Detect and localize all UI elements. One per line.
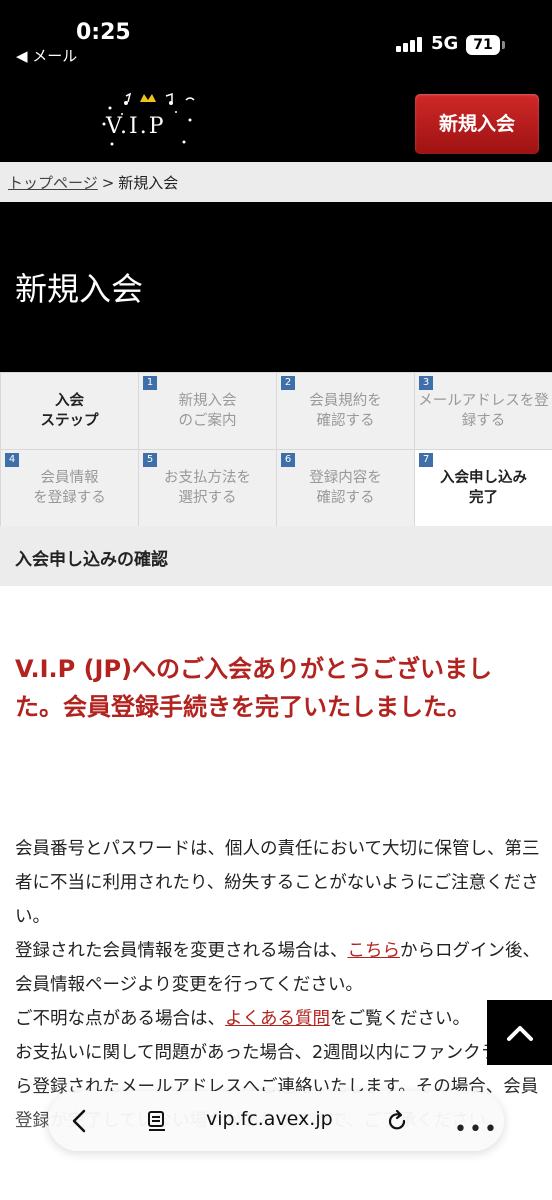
step-3: 3 メールアドレスを登 録する bbox=[415, 373, 552, 449]
step-label-line2: を登録する bbox=[33, 490, 106, 506]
breadcrumb-separator: > bbox=[101, 174, 115, 192]
step-number: 7 bbox=[419, 453, 433, 467]
step-number: 5 bbox=[143, 453, 157, 467]
status-bar: 0:25 ◀ メール 5G 71 bbox=[0, 0, 552, 80]
step-1: 1 新規入会のご案内 bbox=[139, 373, 276, 449]
step-label-line1: お支払方法を bbox=[164, 470, 251, 486]
step-7-current: 7 入会申し込み 完了 bbox=[415, 450, 552, 526]
step-label-line2: 確認する bbox=[316, 413, 375, 429]
step-4: 4 会員情報を登録する bbox=[1, 450, 138, 526]
step-label-line2: 完了 bbox=[469, 490, 498, 506]
step-2: 2 会員規約を確認する bbox=[277, 373, 414, 449]
browser-toolbar: vip.fc.avex.jp ••• bbox=[48, 1091, 504, 1151]
step-label-line2: 選択する bbox=[178, 490, 237, 506]
breadcrumb-home-link[interactable]: トップページ bbox=[8, 174, 98, 192]
network-label: 5G bbox=[431, 33, 459, 54]
step-label-line1: 会員情報 bbox=[40, 470, 99, 486]
more-options-icon[interactable]: ••• bbox=[454, 1117, 499, 1142]
text: 登録された会員情報を変更される場合は、 bbox=[15, 941, 348, 961]
step-5: 5 お支払方法を 選択する bbox=[139, 450, 276, 526]
step-number: 6 bbox=[281, 453, 295, 467]
back-chevron-icon[interactable] bbox=[68, 1108, 92, 1134]
paragraph-faq: ご不明な点がある場合は、よくある質問をご覧ください。 bbox=[15, 1002, 545, 1036]
breadcrumb-current: 新規入会 bbox=[118, 174, 179, 192]
step-label-line1: 登録内容を bbox=[309, 470, 382, 486]
new-member-join-button[interactable]: 新規入会 bbox=[415, 94, 539, 154]
breadcrumb: トップページ > 新規入会 bbox=[0, 162, 552, 202]
paragraph-change-info: 登録された会員情報を変更される場合は、こちらからログイン後、会員情報ページより変… bbox=[15, 934, 545, 1002]
status-time: 0:25 bbox=[76, 20, 131, 45]
step-number: 3 bbox=[419, 376, 433, 390]
chevron-up-icon bbox=[506, 1025, 533, 1041]
step-label-line2: 確認する bbox=[316, 490, 375, 506]
step-6: 6 登録内容を確認する bbox=[277, 450, 414, 526]
url-field[interactable]: vip.fc.avex.jp bbox=[206, 1108, 333, 1130]
battery-tip bbox=[502, 41, 505, 49]
paragraph-password-note: 会員番号とパスワードは、個人の責任において大切に保管し、第三者に不当に利用された… bbox=[15, 839, 540, 927]
signal-icon bbox=[396, 36, 424, 52]
battery-icon: 71 bbox=[466, 35, 500, 55]
page-title: 新規入会 bbox=[15, 270, 144, 308]
section-heading: 入会申し込みの確認 bbox=[0, 526, 552, 586]
step-label-line2: のご案内 bbox=[178, 413, 237, 429]
site-header: V.I.P 新規入会 bbox=[0, 80, 552, 162]
vip-logo[interactable]: V.I.P bbox=[92, 90, 202, 154]
step-number: 2 bbox=[281, 376, 295, 390]
step-number: 4 bbox=[5, 453, 19, 467]
thanks-message: V.I.P (JP)へのご入会ありがとうございました。会員登録手続きを完了いたし… bbox=[15, 655, 493, 721]
step-label-line1: 会員規約を bbox=[309, 393, 382, 409]
back-to-mail-link[interactable]: ◀ メール bbox=[16, 45, 77, 66]
steps-header-line1: 入会 bbox=[55, 393, 84, 409]
faq-link[interactable]: よくある質問 bbox=[225, 1009, 330, 1029]
text: をご覧ください。 bbox=[330, 1009, 470, 1029]
step-label-line1: メールアドレスを登 bbox=[418, 393, 549, 409]
page-hero: 新規入会 bbox=[0, 202, 552, 372]
join-steps: 入会ステップ 1 新規入会のご案内 2 会員規約を確認する 3 メールアドレスを… bbox=[0, 372, 552, 526]
step-label-line1: 新規入会 bbox=[178, 393, 237, 409]
reload-icon[interactable] bbox=[385, 1108, 409, 1134]
text: ご不明な点がある場合は、 bbox=[15, 1009, 225, 1029]
steps-header: 入会 ステップ bbox=[1, 373, 138, 449]
step-number: 1 bbox=[143, 376, 157, 390]
logo-text: V.I.P bbox=[106, 114, 166, 139]
step-label-line2: 録する bbox=[461, 413, 506, 429]
step-label-line1: 入会申し込み bbox=[440, 470, 527, 486]
scroll-to-top-button[interactable] bbox=[487, 1000, 552, 1065]
here-link[interactable]: こちら bbox=[348, 941, 401, 961]
page-menu-icon[interactable] bbox=[146, 1110, 168, 1132]
steps-header-line2: ステップ bbox=[40, 413, 99, 429]
